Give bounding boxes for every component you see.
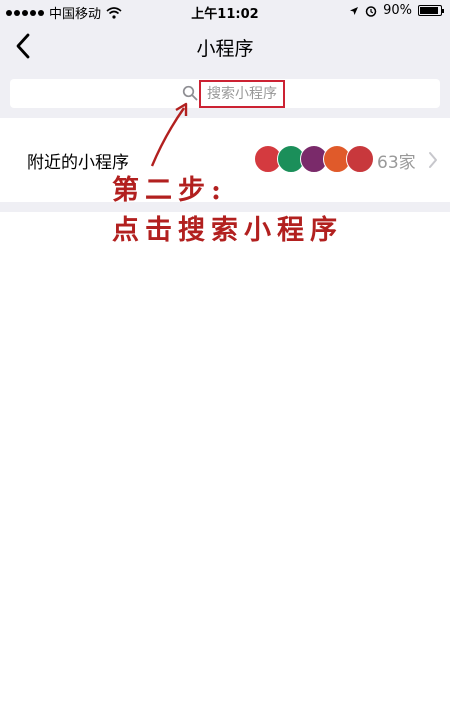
search-icon (182, 85, 198, 101)
battery-fill (420, 7, 438, 14)
nearby-app-icons (254, 145, 374, 173)
battery-percent: 90% (383, 3, 412, 18)
status-right: 90% (349, 3, 444, 18)
search-placeholder[interactable]: 搜索小程序 (199, 80, 285, 108)
search-area: 搜索小程序 (0, 70, 450, 118)
location-icon (350, 6, 359, 15)
search-input[interactable]: 搜索小程序 (10, 79, 440, 108)
annotation-step-instruction: 点击搜索小程序 (112, 215, 343, 246)
battery-icon (418, 5, 444, 16)
page-title: 小程序 (196, 38, 254, 60)
nearby-count: 63家 (377, 153, 416, 173)
chevron-right-icon (429, 152, 437, 168)
alarm-icon (365, 5, 377, 17)
status-bar: 中国移动 上午11:02 90% (0, 0, 450, 22)
nav-bar: 小程序 (0, 22, 450, 70)
mini-program-icon (346, 145, 374, 173)
annotation-step-title: 第二步: (112, 175, 227, 206)
